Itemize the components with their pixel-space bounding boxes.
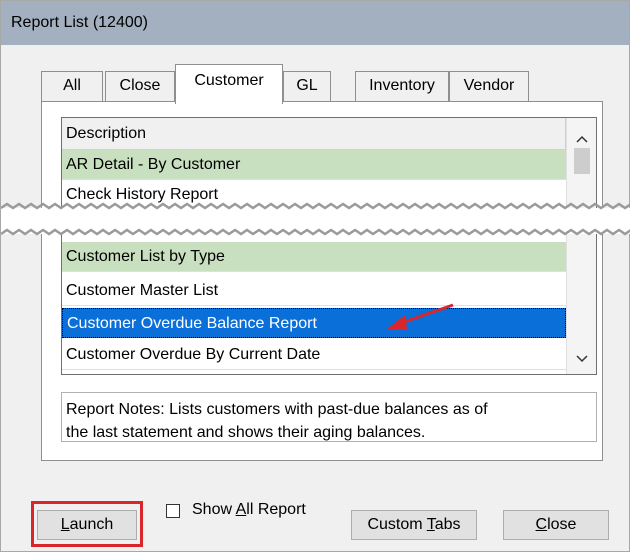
tab-gl[interactable]: GL: [283, 71, 331, 101]
tab-all[interactable]: All: [41, 71, 103, 101]
report-notes: Report Notes: Lists customers with past-…: [61, 392, 597, 442]
tab-customer[interactable]: Customer: [175, 64, 283, 104]
custom-tabs-button[interactable]: Custom Tabs: [351, 510, 477, 540]
list-item[interactable]: AR Detail - By Customer: [62, 150, 566, 180]
vertical-scrollbar[interactable]: [566, 118, 596, 374]
scrollbar-graphics: [574, 135, 590, 363]
report-list-window: Report List (12400) All Close Customer G…: [0, 0, 630, 552]
report-list[interactable]: Description AR Detail - By Customer Chec…: [61, 117, 597, 375]
report-notes-line: Report Notes: Lists customers with past-…: [66, 401, 488, 418]
screenshot-break-divider: [1, 202, 630, 236]
show-all-report-checkbox[interactable]: [166, 504, 180, 518]
tab-vendor[interactable]: Vendor: [449, 71, 529, 101]
list-item-selected[interactable]: Customer Overdue Balance Report: [62, 308, 566, 338]
callout-arrow-icon: [387, 303, 454, 329]
column-header-description[interactable]: Description: [62, 118, 566, 150]
title-bar: Report List (12400): [1, 1, 629, 45]
scroll-down-arrow-icon: [576, 355, 588, 363]
scroll-thumb: [574, 148, 590, 174]
torn-edge-top: [1, 202, 630, 210]
close-button[interactable]: Close: [503, 510, 609, 540]
list-item[interactable]: Customer List by Type: [62, 242, 566, 272]
report-notes-line: the last statement and shows their aging…: [66, 424, 426, 441]
launch-button[interactable]: Launch: [37, 510, 137, 540]
tab-inventory[interactable]: Inventory: [355, 71, 449, 101]
list-item[interactable]: Customer Master List: [62, 276, 566, 306]
tab-close[interactable]: Close: [105, 71, 175, 101]
scroll-up-arrow-icon: [576, 135, 588, 143]
list-item[interactable]: Customer Overdue By Current Date: [62, 340, 566, 370]
show-all-report-label[interactable]: Show All Report: [192, 501, 306, 519]
window-title: Report List (12400): [11, 14, 148, 31]
